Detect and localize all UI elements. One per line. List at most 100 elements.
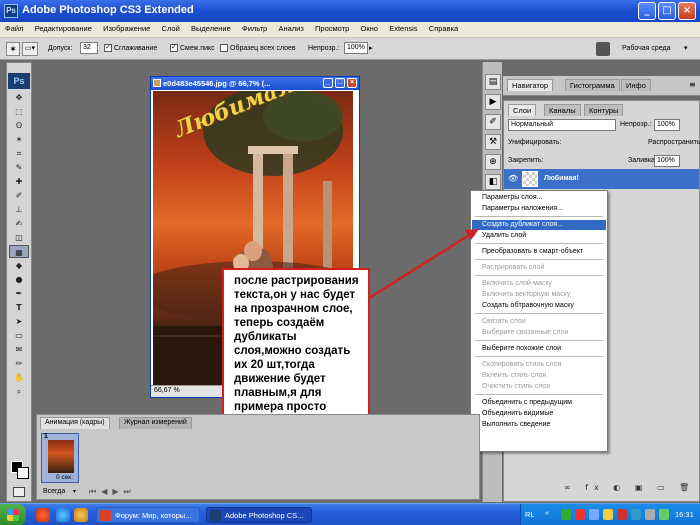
frame-delay[interactable]: 0 сек. bbox=[56, 474, 73, 481]
menu-item-merge-down[interactable]: Объединить с предыдущим bbox=[472, 398, 606, 408]
panel-menu-icon[interactable]: ≡ bbox=[689, 80, 696, 89]
tray-icon-1[interactable] bbox=[561, 509, 571, 520]
clock[interactable]: 16:31 bbox=[675, 510, 694, 519]
tray-icon-3[interactable] bbox=[589, 509, 599, 520]
zoom-level[interactable]: 66,67 % bbox=[154, 387, 180, 394]
brush-tool-icon[interactable]: ✐ bbox=[9, 189, 29, 202]
all-layers-checkbox[interactable] bbox=[220, 44, 228, 52]
playback-controls[interactable]: ⏮◀▶⏭ bbox=[89, 487, 136, 497]
taskbar-item-photoshop[interactable]: Adobe Photoshop CS... bbox=[206, 507, 312, 523]
zoom-tool-icon[interactable]: ⌕ bbox=[9, 385, 29, 398]
eyedropper-tool-icon[interactable]: ✏ bbox=[9, 357, 29, 370]
folder-icon[interactable] bbox=[74, 508, 88, 522]
tray-icon-8[interactable] bbox=[659, 509, 669, 520]
menu-help[interactable]: Справка bbox=[424, 22, 462, 33]
shape-tool-icon[interactable]: ▭ bbox=[9, 329, 29, 342]
menu-filter[interactable]: Фильтр bbox=[237, 22, 271, 33]
taskbar-item-forum[interactable]: Форум: Мир, которы... bbox=[96, 507, 200, 523]
tray-icon-4[interactable] bbox=[603, 509, 613, 520]
type-tool-icon[interactable]: T bbox=[9, 301, 29, 314]
menu-select[interactable]: Выделение bbox=[186, 22, 235, 33]
doc-maximize-button[interactable]: □ bbox=[335, 78, 345, 88]
layer-row[interactable]: 👁 Любимая! bbox=[504, 169, 699, 189]
workspace-chevron-icon[interactable]: ▾ bbox=[684, 44, 688, 52]
menu-file[interactable]: Файл bbox=[0, 22, 27, 33]
marquee-tool-icon[interactable]: ⬚ bbox=[9, 105, 29, 118]
tray-icon-7[interactable] bbox=[645, 509, 655, 520]
menu-item-blending-options[interactable]: Параметры наложения... bbox=[472, 204, 606, 214]
gradient-tool-icon[interactable]: ▦ bbox=[9, 245, 29, 258]
browser-icon[interactable] bbox=[56, 508, 70, 522]
menu-image[interactable]: Изображение bbox=[98, 22, 154, 33]
menu-item-layer-properties[interactable]: Параметры слоя... bbox=[472, 193, 606, 203]
tray-icon-6[interactable] bbox=[631, 509, 641, 520]
tab-animation-frames[interactable]: Анимация (кадры) bbox=[40, 417, 110, 429]
pen-tool-icon[interactable]: ✒ bbox=[9, 287, 29, 300]
menu-item-select-similar[interactable]: Выберите похожие слои bbox=[472, 344, 606, 354]
menu-item-duplicate-layer[interactable]: Создать дубликат слоя... bbox=[472, 220, 606, 230]
tab-navigator[interactable]: Навигатор bbox=[507, 79, 554, 91]
menu-item-merge-visible[interactable]: Объединить видимые bbox=[472, 409, 606, 419]
healing-tool-icon[interactable]: ✚ bbox=[9, 175, 29, 188]
blend-mode-select[interactable]: Нормальный bbox=[508, 119, 616, 131]
quick-mask-icon[interactable] bbox=[13, 487, 25, 497]
close-button[interactable]: × bbox=[678, 2, 696, 20]
language-indicator[interactable]: RL bbox=[525, 510, 535, 519]
start-button[interactable] bbox=[0, 504, 26, 525]
crop-tool-icon[interactable]: ⌗ bbox=[9, 147, 29, 160]
opacity-input[interactable]: 100% bbox=[344, 42, 368, 54]
styles-panel-icon[interactable]: ◧ bbox=[485, 174, 501, 190]
menu-extensis[interactable]: Extensis bbox=[384, 22, 421, 33]
background-color-swatch[interactable] bbox=[17, 467, 29, 479]
tool-presets-icon[interactable]: ⚒ bbox=[485, 134, 501, 150]
menu-layer[interactable]: Слой bbox=[157, 22, 184, 33]
tab-info[interactable]: Инфо bbox=[621, 79, 651, 91]
doc-close-button[interactable]: × bbox=[347, 78, 357, 88]
tab-layers[interactable]: Слои bbox=[508, 104, 537, 116]
clone-source-icon[interactable]: ⊕ bbox=[485, 154, 501, 170]
workspace-icon[interactable] bbox=[596, 42, 610, 56]
notes-tool-icon[interactable]: ✉ bbox=[9, 343, 29, 356]
opacity-arrow-icon[interactable]: ▸ bbox=[369, 44, 373, 52]
menu-view[interactable]: Просмотр bbox=[310, 22, 353, 33]
layer-name[interactable]: Любимая! bbox=[544, 175, 579, 182]
lasso-tool-icon[interactable]: ʘ bbox=[9, 119, 29, 132]
selection-mode-icon[interactable]: ▭▾ bbox=[22, 42, 38, 56]
wand-tool-icon[interactable]: ✶ bbox=[9, 133, 29, 146]
brushes-panel-icon[interactable]: ✐ bbox=[485, 114, 501, 130]
menu-item-flatten-image[interactable]: Выполнить сведение bbox=[472, 420, 606, 430]
tab-channels[interactable]: Каналы bbox=[544, 104, 581, 116]
loop-select[interactable]: Всегда bbox=[43, 488, 65, 495]
tolerance-input[interactable]: 32 bbox=[80, 42, 98, 54]
loop-chevron-icon[interactable]: ▾ bbox=[73, 488, 76, 495]
menu-item-clipping-mask[interactable]: Создать обтравочную маску bbox=[472, 301, 606, 311]
menu-analysis[interactable]: Анализ bbox=[273, 22, 307, 33]
minimize-button[interactable]: _ bbox=[638, 2, 656, 20]
maximize-button[interactable]: □ bbox=[658, 2, 676, 20]
tab-histogram[interactable]: Гистограмма bbox=[565, 79, 620, 91]
menu-item-delete-layer[interactable]: Удалить слой bbox=[472, 231, 606, 241]
opera-icon[interactable] bbox=[36, 508, 50, 522]
animation-frame[interactable]: 1 0 сек. bbox=[41, 433, 79, 483]
eraser-tool-icon[interactable]: ◫ bbox=[9, 231, 29, 244]
slice-tool-icon[interactable]: ✎ bbox=[9, 161, 29, 174]
fill-input[interactable]: 100% bbox=[654, 155, 680, 167]
antialias-checkbox[interactable]: ✓ bbox=[104, 44, 112, 52]
menu-edit[interactable]: Редактирование bbox=[30, 22, 96, 33]
path-select-icon[interactable]: ➤ bbox=[9, 315, 29, 328]
tab-measurement-log[interactable]: Журнал измерений bbox=[119, 417, 192, 429]
dodge-tool-icon[interactable]: ● bbox=[9, 273, 29, 286]
workspace-label[interactable]: Рабочая среда bbox=[622, 45, 670, 52]
move-tool-icon[interactable]: ✥ bbox=[9, 91, 29, 104]
history-brush-icon[interactable]: ✍ bbox=[9, 217, 29, 230]
doc-minimize-button[interactable]: _ bbox=[323, 78, 333, 88]
stamp-tool-icon[interactable]: ⊥ bbox=[9, 203, 29, 216]
layer-opacity-input[interactable]: 100% bbox=[654, 119, 680, 131]
history-panel-icon[interactable]: ▤ bbox=[485, 74, 501, 90]
magic-wand-icon[interactable]: ✶ bbox=[6, 42, 20, 56]
eye-icon[interactable]: 👁 bbox=[508, 174, 518, 183]
menu-item-smart-object[interactable]: Преобразовать в смарт-объект bbox=[472, 247, 606, 257]
tray-icon-2[interactable] bbox=[575, 509, 585, 520]
contiguous-checkbox[interactable]: ✓ bbox=[170, 44, 178, 52]
tray-chevron-icon[interactable]: « bbox=[545, 510, 549, 517]
